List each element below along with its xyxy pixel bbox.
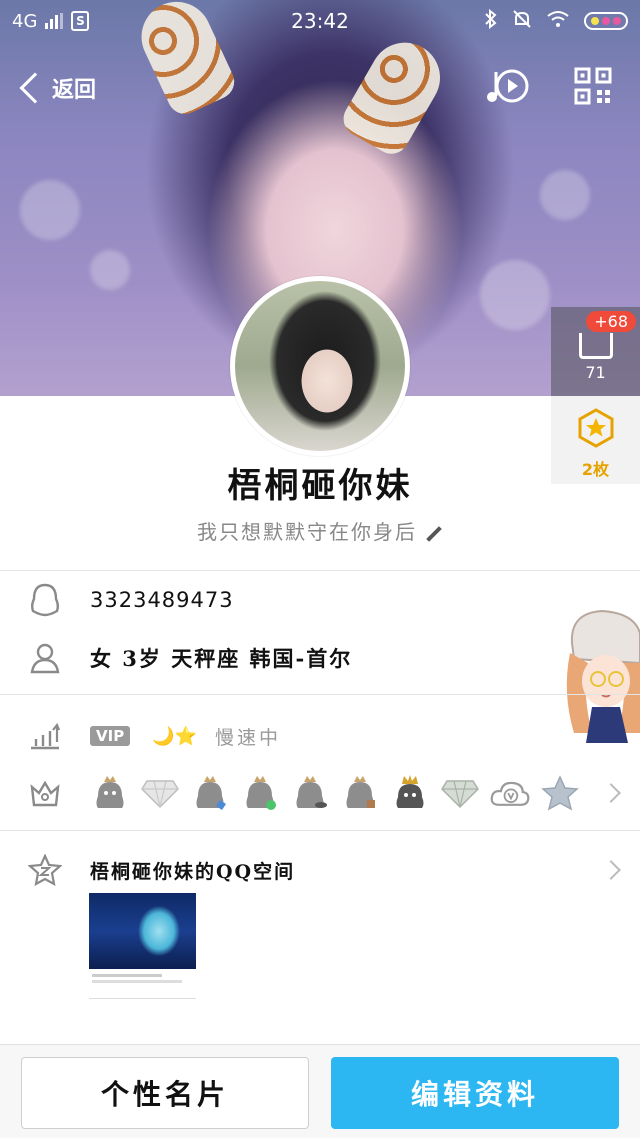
top-nav: 返回: [0, 60, 640, 116]
qq-penguin-badge-icon[interactable]: [190, 773, 230, 813]
qq-penguin-badge-icon[interactable]: [290, 773, 330, 813]
cloud-v-badge-icon[interactable]: [490, 773, 530, 813]
signature-line[interactable]: 我只想默默守在你身后: [0, 516, 640, 545]
back-label: 返回: [52, 77, 97, 103]
avatar[interactable]: [230, 276, 410, 456]
person-icon: [28, 641, 62, 675]
diamond-badge-icon[interactable]: [140, 773, 180, 813]
qq-number: 3323489473: [90, 588, 234, 612]
like-badge: +68: [586, 311, 636, 332]
chevron-left-icon: [19, 72, 51, 104]
like-widget[interactable]: +68 71: [551, 307, 640, 396]
qq-penguin-badge-icon[interactable]: [340, 773, 380, 813]
vip-row[interactable]: VIP 🌙⭐ 慢速中: [0, 714, 640, 758]
qzone-photo-caption-lines: [89, 969, 196, 998]
qq-penguin-crown-badge-icon[interactable]: [390, 773, 430, 813]
vip-tag: VIP: [90, 726, 131, 746]
diamond-badge-icon[interactable]: [440, 773, 480, 813]
qzone-photo-thumbnail[interactable]: [89, 893, 196, 999]
network-type: 4G: [12, 10, 38, 32]
profile-details-row[interactable]: 女 3岁 天秤座 韩国-首尔: [0, 636, 640, 680]
music-icon[interactable]: [486, 66, 530, 110]
qzone-star-icon: [28, 853, 62, 887]
battery-icon: [584, 12, 628, 30]
signal-icon: [45, 13, 64, 29]
chevron-right-icon: [601, 860, 621, 880]
wifi-icon: [546, 10, 570, 33]
level-chart-icon: [28, 719, 62, 753]
moon-star-icon: 🌙⭐: [152, 725, 198, 747]
qzone-photo-image: [89, 893, 196, 969]
vip-status: 慢速中: [215, 726, 282, 749]
star-badge-icon[interactable]: [540, 773, 580, 813]
profile-details: 女 3岁 天秤座 韩国-首尔: [90, 646, 353, 671]
status-bar: 4G S 23:42: [0, 0, 640, 42]
crown-icon: [28, 776, 62, 810]
qq-penguin-icon: [28, 583, 62, 617]
qzone-row[interactable]: 梧桐砸你妹的QQ空间: [0, 848, 640, 892]
bottom-bar: 个性名片 编辑资料: [0, 1044, 640, 1138]
nickname: 梧桐砸你妹: [227, 466, 413, 506]
personal-card-button[interactable]: 个性名片: [21, 1057, 309, 1129]
medal-icon: [551, 396, 640, 452]
sim-icon: S: [71, 11, 90, 31]
qq-penguin-badge-icon[interactable]: [90, 773, 130, 813]
bluetooth-icon: [484, 8, 498, 34]
chevron-right-icon: [601, 783, 621, 803]
mute-icon: [512, 9, 532, 34]
qr-code-icon[interactable]: [574, 67, 612, 109]
qq-penguin-badge-icon[interactable]: [240, 773, 280, 813]
edit-pencil-icon: [426, 525, 442, 542]
signature-text: 我只想默默守在你身后: [197, 520, 417, 544]
back-button[interactable]: 返回: [16, 72, 96, 104]
like-count: 71: [585, 363, 606, 382]
edit-profile-button[interactable]: 编辑资料: [331, 1057, 619, 1129]
qq-number-row: 3323489473: [0, 580, 640, 620]
qzone-title: 梧桐砸你妹的QQ空间: [90, 860, 296, 883]
badges-row[interactable]: [0, 770, 640, 816]
like-icon: [578, 333, 613, 359]
